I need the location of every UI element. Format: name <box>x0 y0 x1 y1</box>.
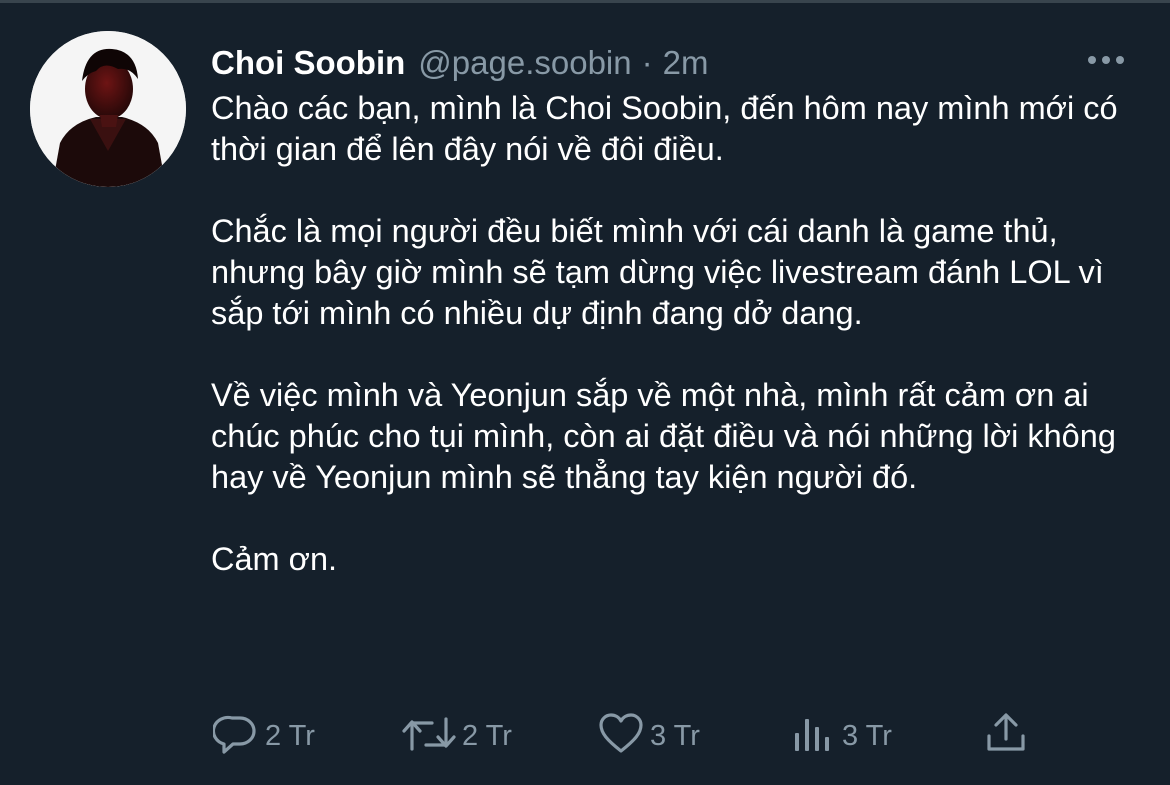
heart-icon <box>598 711 644 762</box>
share-button[interactable] <box>984 712 1028 760</box>
like-count: 3 Tr <box>650 719 700 752</box>
analytics-icon <box>792 711 836 762</box>
retweet-icon <box>402 711 456 762</box>
avatar[interactable] <box>30 31 186 187</box>
author-name[interactable]: Choi Soobin <box>211 44 405 82</box>
retweet-count: 2 Tr <box>462 719 512 752</box>
tweet-paragraph: Về việc mình và Yeonjun sắp về một nhà, … <box>211 377 1125 495</box>
tweet-paragraph: Chào các bạn, mình là Choi Soobin, đến h… <box>211 90 1127 167</box>
reply-icon <box>211 711 259 762</box>
analytics-button[interactable]: 3 Tr <box>792 712 892 760</box>
top-divider <box>0 0 1170 3</box>
tweet-timestamp[interactable]: 2m <box>663 44 709 82</box>
like-button[interactable]: 3 Tr <box>598 712 700 760</box>
header-separator: · <box>641 44 653 81</box>
tweet-paragraph: Cảm ơn. <box>211 541 338 577</box>
retweet-button[interactable]: 2 Tr <box>402 712 512 760</box>
author-handle[interactable]: @page.soobin <box>418 44 631 82</box>
share-icon <box>984 711 1028 762</box>
tweet-action-bar: 2 Tr 2 Tr 3 Tr 3 Tr <box>0 712 1170 760</box>
more-options-icon[interactable] <box>1084 46 1128 74</box>
tweet-paragraph: Chắc là mọi người đều biết mình với cái … <box>211 213 1113 331</box>
reply-count: 2 Tr <box>265 719 315 752</box>
tweet-text: Chào các bạn, mình là Choi Soobin, đến h… <box>211 88 1146 580</box>
reply-button[interactable]: 2 Tr <box>211 711 315 762</box>
avatar-image <box>30 31 186 187</box>
tweet-header: Choi Soobin @page.soobin · 2m <box>211 40 708 86</box>
analytics-count: 3 Tr <box>842 719 892 752</box>
